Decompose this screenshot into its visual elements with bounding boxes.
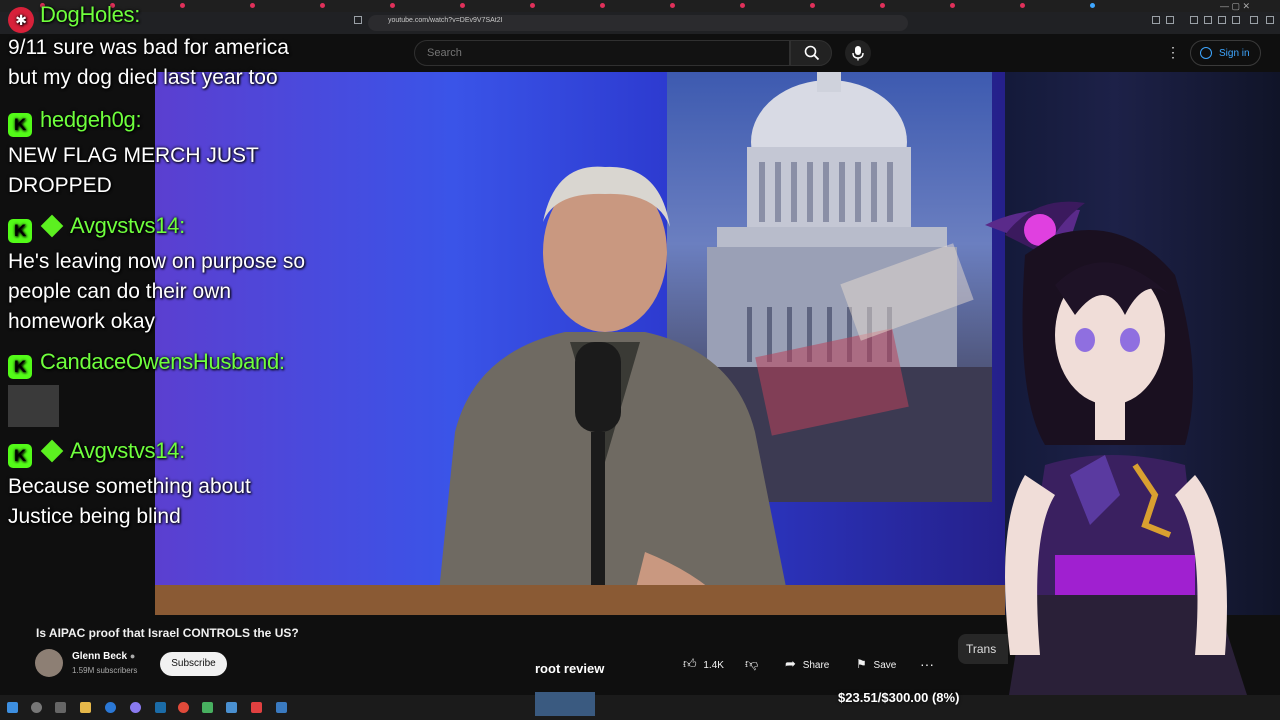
thumbs-up-icon: 👍︎ (683, 656, 697, 671)
chat-text: people can do their own (8, 280, 231, 303)
chat-text: Because something about (8, 475, 251, 498)
tab-favicon[interactable] (1020, 3, 1025, 8)
like-button[interactable]: 👍︎ 1.4K (683, 653, 724, 675)
chat-username: Avgvstvs14: (70, 213, 185, 238)
browser-app-icon[interactable] (105, 702, 116, 713)
chat-message: Khedgeh0g: NEW FLAG MERCH JUST DROPPED (8, 107, 259, 201)
channel-name-text: Glenn Beck (72, 651, 128, 662)
stream-chat-overlay: ✱ DogHoles: 9/11 sure was bad for america… (0, 0, 360, 620)
verified-icon: ● (129, 651, 136, 661)
thumbs-down-icon: 👎︎ (745, 656, 759, 671)
app-icon[interactable] (226, 702, 237, 713)
subscribe-button[interactable]: Subscribe (160, 652, 227, 676)
chat-image-thumbnail (8, 385, 59, 427)
chat-text: homework okay (8, 310, 156, 333)
microphone-icon (852, 46, 864, 61)
search-icon[interactable] (31, 702, 42, 713)
app-icon[interactable] (202, 702, 213, 713)
save-label: Save (873, 660, 897, 671)
video-title: Is AIPAC proof that Israel CONTROLS the … (36, 626, 299, 640)
extension-icon[interactable] (1190, 16, 1198, 24)
chat-message: K CandaceOwensHusband: (8, 349, 285, 427)
subscriber-badge-icon (40, 439, 64, 463)
tab-favicon[interactable] (530, 3, 535, 8)
tab-favicon[interactable] (880, 3, 885, 8)
steam-icon[interactable] (155, 702, 166, 713)
chat-message: ✱ DogHoles: 9/11 sure was bad for america… (8, 2, 289, 93)
kick-badge-icon: K (8, 219, 32, 243)
chat-username: Avgvstvs14: (70, 438, 185, 463)
os-taskbar (0, 695, 1280, 720)
tab-favicon[interactable] (1090, 3, 1095, 8)
tab-favicon[interactable] (950, 3, 955, 8)
chat-text: Justice being blind (8, 505, 181, 528)
kick-badge-icon: K (8, 113, 32, 137)
search-box[interactable] (414, 40, 790, 66)
kick-badge-icon: K (8, 355, 32, 379)
vtuber-avatar (985, 201, 1255, 720)
brave-icon[interactable] (251, 702, 262, 713)
browser-menu-icon[interactable] (1266, 16, 1274, 24)
share-icon: ➦ (785, 656, 796, 671)
host-person (436, 166, 792, 615)
tab-favicon[interactable] (460, 3, 465, 8)
extension-icon[interactable] (1152, 16, 1160, 24)
streamer-badge-icon: ✱ (8, 7, 34, 33)
donation-goal-text: $23.51/$300.00 (8%) (838, 690, 960, 705)
tab-favicon[interactable] (670, 3, 675, 8)
app-icon[interactable] (276, 702, 287, 713)
dislike-button[interactable]: 👎︎ (745, 653, 758, 675)
chrome-icon[interactable] (178, 702, 189, 713)
share-label: Share (802, 660, 830, 671)
search-button[interactable] (790, 40, 832, 66)
search-input[interactable] (425, 46, 769, 60)
chat-username: DogHoles: (40, 2, 141, 27)
bookmark-icon: ⚑ (856, 657, 867, 671)
kick-badge-icon: K (8, 444, 32, 468)
segment-label: root review (535, 661, 605, 676)
chat-text: NEW FLAG MERCH JUST (8, 144, 259, 167)
extension-icon[interactable] (1166, 16, 1174, 24)
sign-in-label: Sign in (1219, 48, 1250, 59)
channel-name[interactable]: Glenn Beck ● (72, 651, 135, 662)
share-button[interactable]: ➦ Share (785, 653, 829, 675)
extension-icon[interactable] (1250, 16, 1258, 24)
subscriber-count: 1.59M subscribers (72, 666, 138, 675)
like-count: 1.4K (703, 660, 724, 671)
more-options-icon[interactable]: ⋮ (1166, 44, 1180, 61)
chat-username: hedgeh0g: (40, 107, 142, 132)
chat-username: CandaceOwensHusband: (40, 349, 285, 374)
url-text: youtube.com/watch?v=DEv9V7SAt2I (388, 17, 503, 24)
account-icon (1200, 47, 1212, 59)
channel-avatar[interactable] (35, 649, 63, 677)
subscriber-badge-icon (40, 214, 64, 238)
tab-favicon[interactable] (740, 3, 745, 8)
extension-icon[interactable] (1204, 16, 1212, 24)
chat-text: He's leaving now on purpose so (8, 250, 306, 273)
chat-message: K Avgvstvs14: He's leaving now on purpose… (8, 213, 305, 337)
start-menu-icon[interactable] (7, 702, 18, 713)
tab-favicon[interactable] (810, 3, 815, 8)
task-view-icon[interactable] (55, 702, 66, 713)
extension-icon[interactable] (1218, 16, 1226, 24)
search-icon (804, 45, 820, 61)
address-bar[interactable]: youtube.com/watch?v=DEv9V7SAt2I (368, 15, 908, 31)
chat-message: K Avgvstvs14: Because something about Jus… (8, 438, 251, 532)
window-controls[interactable]: — ▢ ✕ (1220, 0, 1250, 12)
donation-goal-progress-bar (535, 692, 595, 716)
chat-text: but my dog died last year too (8, 66, 278, 89)
save-button[interactable]: ⚑ Save (856, 653, 896, 675)
chat-text: DROPPED (8, 174, 112, 197)
more-actions-icon[interactable]: ··· (920, 653, 934, 675)
app-icon[interactable] (130, 702, 141, 713)
sign-in-button[interactable]: Sign in (1190, 40, 1261, 66)
extension-icon[interactable] (1232, 16, 1240, 24)
voice-search-button[interactable] (845, 40, 871, 66)
chat-text: 9/11 sure was bad for america (8, 36, 289, 59)
tab-favicon[interactable] (390, 3, 395, 8)
tab-favicon[interactable] (600, 3, 605, 8)
file-explorer-icon[interactable] (80, 702, 91, 713)
